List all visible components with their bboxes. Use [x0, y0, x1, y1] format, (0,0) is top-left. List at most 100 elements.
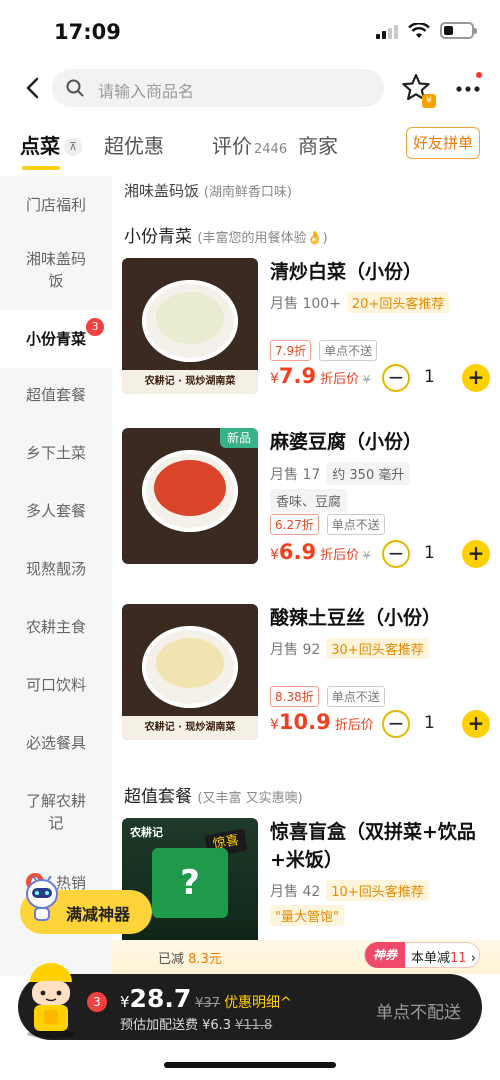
cellular-signal-icon — [376, 23, 398, 39]
currency-symbol: ¥ — [270, 717, 279, 733]
status-bar: 17:09 — [0, 0, 500, 62]
price-value: 7.9 — [278, 364, 317, 388]
new-badge: 新品 — [220, 428, 258, 448]
dish-name: 惊喜盲盒（双拼菜+饮品+米饭） — [270, 821, 476, 871]
decrease-quantity-button[interactable]: − — [382, 364, 410, 392]
increase-quantity-button[interactable]: + — [462, 540, 490, 568]
discount-detail-button[interactable]: 优惠明细^ — [224, 995, 292, 1011]
section-header-combo: 超值套餐 (又丰富 又实惠噢) — [124, 782, 303, 807]
price: ¥10.9 折后价 — [270, 710, 374, 734]
currency-symbol: ¥ — [270, 547, 279, 563]
menu-item[interactable]: 农耕记 · 现炒湖南菜 清炒白菜（小份） 月售 100+ 20+回头客推荐 7.… — [122, 258, 492, 398]
sidebar-item-greens-label: 小份青菜 — [25, 330, 86, 348]
sidebar-item-combo[interactable]: 超值套餐 — [0, 384, 112, 406]
increase-quantity-button[interactable]: + — [462, 364, 490, 392]
cart-mascot-icon[interactable] — [16, 960, 86, 1038]
back-arrow-icon[interactable] — [18, 72, 48, 104]
total-value: 28.7 — [129, 984, 192, 1013]
group-order-button[interactable]: 好友拼单 — [406, 127, 480, 159]
sidebar-item-about[interactable]: 了解农耕记 — [0, 790, 112, 834]
total-currency: ¥ — [120, 993, 130, 1011]
tab-order[interactable]: 点菜 ⊼ — [20, 130, 82, 159]
full-reduction-label: 满减神器 — [66, 905, 131, 924]
saved-value: 8.3元 — [188, 952, 222, 967]
increase-quantity-button[interactable]: + — [462, 710, 490, 738]
section-header-rice: 湘味盖码饭 (湖南鲜香口味) — [124, 180, 292, 201]
coupon-tag: 神券 — [365, 942, 405, 968]
discount-tag: 8.38折 — [270, 686, 319, 707]
robot-mascot-icon — [26, 876, 58, 921]
after-discount-label: 折后价 — [334, 718, 374, 733]
coupon-text: 本单减11 › — [411, 951, 476, 966]
quantity: 1 — [424, 713, 435, 733]
tab-reviews[interactable]: 评价 2446 — [212, 130, 287, 159]
original-price: ¥ — [363, 549, 371, 562]
price: ¥6.9 折后价 ¥ — [270, 540, 370, 564]
sidebar-item-drinks[interactable]: 可口饮料 — [0, 674, 112, 696]
sidebar-item-tableware[interactable]: 必选餐具 — [0, 732, 112, 754]
category-sidebar: 门店福利 湘味盖码饭 小份青菜 3 超值套餐 乡下土菜 多人套餐 现熬靓汤 农耕… — [0, 176, 112, 976]
no-single-delivery-tag: 单点不送 — [326, 514, 385, 535]
delivery-fee-text: 预估加配送费 ¥6.3 — [120, 1018, 232, 1033]
repeat-customer-badge: 10+回头客推荐 — [326, 880, 429, 901]
sidebar-item-soup[interactable]: 现熬靓汤 — [0, 558, 112, 580]
store-tabs: 点菜 ⊼ 超优惠 评价 2446 商家 好友拼单 — [0, 122, 500, 170]
tab-deals[interactable]: 超优惠 — [104, 130, 164, 159]
sidebar-item-rice[interactable]: 湘味盖码饭 — [0, 248, 112, 292]
original-price: ¥ — [363, 373, 371, 386]
section-title: 湘味盖码饭 — [124, 182, 200, 200]
sidebar-item-staple[interactable]: 农耕主食 — [0, 616, 112, 638]
tab-order-label: 点菜 — [20, 134, 60, 158]
section-subtitle: (丰富您的用餐体验👌) — [197, 231, 328, 246]
tab-merchant[interactable]: 商家 — [298, 130, 338, 159]
section-subtitle: (又丰富 又实惠噢) — [197, 791, 303, 806]
no-single-delivery-tag: 单点不送 — [319, 340, 378, 361]
delivery-fee-original: ¥11.8 — [235, 1018, 273, 1033]
search-icon — [66, 79, 84, 97]
currency-symbol: ¥ — [270, 371, 279, 387]
saved-label: 已减 — [158, 952, 185, 967]
discount-tag: 6.27折 — [270, 514, 319, 535]
coupon-tag-icon: ¥ — [422, 94, 436, 108]
sidebar-item-greens[interactable]: 小份青菜 3 — [0, 310, 112, 368]
monthly-sales: 月售 17 — [270, 466, 321, 483]
dish-name: 酸辣土豆丝（小份） — [270, 607, 442, 629]
after-discount-label: 折后价 — [320, 372, 360, 387]
search-input[interactable]: 请输入商品名 — [52, 69, 384, 107]
price-value: 6.9 — [278, 540, 317, 564]
decrease-quantity-button[interactable]: − — [382, 710, 410, 738]
cart-total: ¥28.7 ¥37 优惠明细^ — [120, 984, 292, 1013]
menu-item[interactable]: 农耕记 惊喜 ? 惊喜盲盒（双拼菜+饮品+米饭） 月售 42 10+回头客推荐 … — [122, 818, 492, 958]
favorite-star-icon[interactable]: ¥ — [400, 72, 436, 108]
sidebar-item-store-benefits[interactable]: 门店福利 — [0, 194, 112, 216]
full-reduction-button[interactable]: 满减神器 — [20, 876, 152, 934]
dish-photo: 新品 — [122, 428, 258, 564]
decrease-quantity-button[interactable]: − — [382, 540, 410, 568]
active-tab-underline — [22, 166, 60, 170]
tab-reviews-label: 评价 — [212, 134, 252, 158]
search-placeholder: 请输入商品名 — [98, 82, 195, 101]
coupon-value: 11 — [450, 951, 467, 966]
flavor-tag: 香味、豆腐 — [270, 489, 348, 512]
sidebar-item-group-meal[interactable]: 多人套餐 — [0, 500, 112, 522]
discount-tag: 7.9折 — [270, 340, 312, 361]
coupon-button[interactable]: 神券 本单减11 › — [364, 942, 480, 968]
more-options-button[interactable] — [452, 72, 484, 100]
sidebar-item-country-dishes[interactable]: 乡下土菜 — [0, 442, 112, 464]
menu-item[interactable]: 农耕记 · 现炒湖南菜 酸辣土豆丝（小份） 月售 92 30+回头客推荐 8.3… — [122, 604, 492, 744]
quantity: 1 — [424, 367, 435, 387]
home-indicator[interactable] — [164, 1062, 336, 1068]
status-icons — [376, 22, 477, 39]
section-subtitle: (湖南鲜香口味) — [203, 185, 292, 200]
menu-item[interactable]: 新品 麻婆豆腐（小份） 月售 17 约 350 毫升 香味、豆腐 6.27折 单… — [122, 428, 492, 568]
monthly-sales: 月售 92 — [270, 641, 321, 658]
dish-name: 清炒白菜（小份） — [270, 261, 423, 283]
section-header-greens: 小份青菜 (丰富您的用餐体验👌) — [124, 222, 328, 247]
after-discount-label: 折后价 — [320, 548, 360, 563]
section-title: 小份青菜 — [124, 227, 192, 247]
review-count: 2446 — [254, 142, 288, 157]
dish-photo: 农耕记 惊喜 ? — [122, 818, 258, 954]
mystery-box-icon: ? — [152, 848, 228, 918]
coupon-text-label: 本单减 — [411, 951, 451, 966]
no-delivery-label: 单点不配送 — [376, 1003, 461, 1023]
